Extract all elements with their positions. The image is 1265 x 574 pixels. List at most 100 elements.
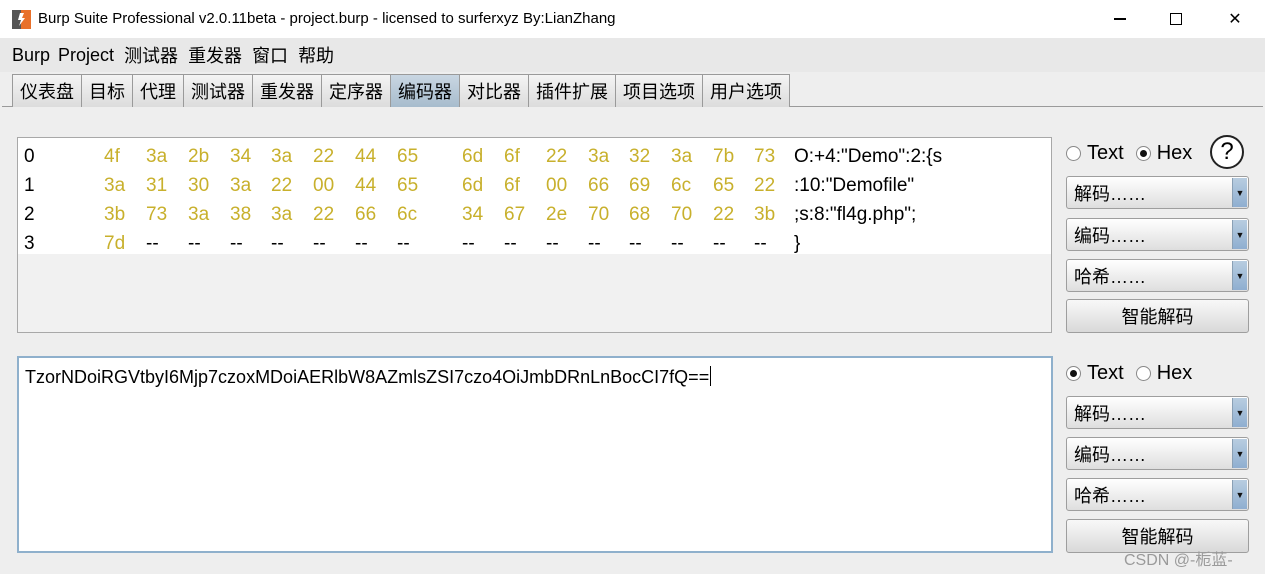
- hex-byte-cell[interactable]: 3b: [754, 204, 775, 226]
- hex-byte-cell[interactable]: 3a: [146, 146, 167, 168]
- maximize-button[interactable]: [1147, 0, 1205, 38]
- hex-byte-cell[interactable]: 6d: [462, 146, 483, 168]
- hex-byte-cell[interactable]: --: [397, 233, 410, 255]
- close-button[interactable]: ✕: [1206, 0, 1264, 38]
- bottom-text-radio[interactable]: Text: [1066, 362, 1124, 385]
- tab-user-options[interactable]: 用户选项: [702, 74, 790, 107]
- hex-row-ascii[interactable]: }: [794, 233, 800, 255]
- bottom-encode-select[interactable]: 编码…… ▼: [1066, 437, 1249, 470]
- hex-byte-cell[interactable]: 68: [629, 204, 650, 226]
- menu-project[interactable]: Project: [58, 45, 114, 66]
- hex-byte-cell[interactable]: --: [504, 233, 517, 255]
- bottom-decode-select[interactable]: 解码…… ▼: [1066, 396, 1249, 429]
- hex-byte-cell[interactable]: 4f: [104, 146, 120, 168]
- hex-byte-cell[interactable]: 67: [504, 204, 525, 226]
- hex-byte-cell[interactable]: 32: [629, 146, 650, 168]
- hex-byte-cell[interactable]: 70: [588, 204, 609, 226]
- menu-window[interactable]: 窗口: [252, 42, 288, 68]
- hex-byte-cell[interactable]: 69: [629, 175, 650, 197]
- hex-byte-cell[interactable]: --: [313, 233, 326, 255]
- hex-byte-cell[interactable]: 34: [230, 146, 251, 168]
- hex-byte-cell[interactable]: 3a: [588, 146, 609, 168]
- top-hash-select[interactable]: 哈希…… ▼: [1066, 259, 1249, 292]
- hex-byte-cell[interactable]: --: [355, 233, 368, 255]
- hex-byte-cell[interactable]: --: [546, 233, 559, 255]
- hex-byte-cell[interactable]: 3a: [271, 146, 292, 168]
- hex-byte-cell[interactable]: 00: [546, 175, 567, 197]
- tab-comparer[interactable]: 对比器: [459, 74, 529, 107]
- tab-target[interactable]: 目标: [81, 74, 133, 107]
- minimize-button[interactable]: [1091, 0, 1149, 38]
- hex-byte-cell[interactable]: 22: [313, 146, 334, 168]
- hex-byte-cell[interactable]: 3a: [271, 204, 292, 226]
- tab-repeater[interactable]: 重发器: [252, 74, 322, 107]
- tab-intruder[interactable]: 测试器: [183, 74, 253, 107]
- help-icon[interactable]: ?: [1210, 135, 1244, 169]
- hex-byte-cell[interactable]: 22: [546, 146, 567, 168]
- hex-byte-cell[interactable]: 6d: [462, 175, 483, 197]
- tab-project-options[interactable]: 项目选项: [615, 74, 703, 107]
- top-smart-decode-button[interactable]: 智能解码: [1066, 299, 1249, 333]
- hex-byte-cell[interactable]: --: [188, 233, 201, 255]
- hex-byte-cell[interactable]: --: [146, 233, 159, 255]
- hex-byte-cell[interactable]: --: [462, 233, 475, 255]
- hex-byte-cell[interactable]: 65: [397, 175, 418, 197]
- hex-byte-cell[interactable]: 70: [671, 204, 692, 226]
- hex-row-ascii[interactable]: :10:"Demofile": [794, 175, 914, 197]
- hex-byte-cell[interactable]: 22: [754, 175, 775, 197]
- hex-byte-cell[interactable]: 3a: [188, 204, 209, 226]
- hex-byte-cell[interactable]: 7b: [713, 146, 734, 168]
- menu-burp[interactable]: Burp: [12, 45, 50, 66]
- hex-byte-cell[interactable]: 44: [355, 146, 376, 168]
- tab-decoder[interactable]: 编码器: [390, 74, 460, 107]
- hex-byte-cell[interactable]: 22: [313, 204, 334, 226]
- hex-byte-cell[interactable]: 22: [713, 204, 734, 226]
- hex-byte-cell[interactable]: 31: [146, 175, 167, 197]
- tab-dashboard[interactable]: 仪表盘: [12, 74, 82, 107]
- hex-byte-cell[interactable]: --: [271, 233, 284, 255]
- hex-byte-cell[interactable]: 66: [355, 204, 376, 226]
- hex-byte-cell[interactable]: --: [629, 233, 642, 255]
- hex-byte-cell[interactable]: 2e: [546, 204, 567, 226]
- hex-byte-cell[interactable]: 6f: [504, 146, 520, 168]
- hex-byte-cell[interactable]: 22: [271, 175, 292, 197]
- hex-byte-cell[interactable]: --: [671, 233, 684, 255]
- top-hex-radio[interactable]: Hex: [1135, 142, 1192, 165]
- hex-row-ascii[interactable]: O:+4:"Demo":2:{s: [794, 146, 942, 168]
- hex-byte-cell[interactable]: 38: [230, 204, 251, 226]
- hex-byte-cell[interactable]: 3a: [230, 175, 251, 197]
- hex-byte-cell[interactable]: 3a: [104, 175, 125, 197]
- hex-byte-cell[interactable]: 7d: [104, 233, 125, 255]
- menu-repeater[interactable]: 重发器: [188, 42, 242, 68]
- hex-byte-cell[interactable]: 6c: [397, 204, 417, 226]
- top-decode-select[interactable]: 解码…… ▼: [1066, 176, 1249, 209]
- hex-byte-cell[interactable]: --: [713, 233, 726, 255]
- bottom-hex-radio[interactable]: Hex: [1135, 362, 1192, 385]
- text-editor-panel[interactable]: TzorNDoiRGVtbyI6Mjp7czoxMDoiAERlbW8AZmls…: [17, 356, 1053, 553]
- hex-byte-cell[interactable]: 00: [313, 175, 334, 197]
- hex-byte-cell[interactable]: --: [230, 233, 243, 255]
- hex-byte-cell[interactable]: 65: [397, 146, 418, 168]
- menu-help[interactable]: 帮助: [298, 42, 334, 68]
- top-encode-select[interactable]: 编码…… ▼: [1066, 218, 1249, 251]
- hex-byte-cell[interactable]: 73: [754, 146, 775, 168]
- hex-byte-cell[interactable]: 34: [462, 204, 483, 226]
- hex-table[interactable]: 0 4f 3a 2b 34 3a 22 44 65 6d 6f 22 3a 32 3a 7b 73 O:+4:"D…: [18, 138, 1051, 254]
- hex-byte-cell[interactable]: --: [754, 233, 767, 255]
- tab-sequencer[interactable]: 定序器: [321, 74, 391, 107]
- hex-byte-cell[interactable]: 3a: [671, 146, 692, 168]
- bottom-hash-select[interactable]: 哈希…… ▼: [1066, 478, 1249, 511]
- hex-byte-cell[interactable]: 30: [188, 175, 209, 197]
- tab-extender[interactable]: 插件扩展: [528, 74, 616, 107]
- hex-byte-cell[interactable]: 65: [713, 175, 734, 197]
- top-text-radio[interactable]: Text: [1066, 142, 1124, 165]
- hex-byte-cell[interactable]: 6f: [504, 175, 520, 197]
- hex-byte-cell[interactable]: 3b: [104, 204, 125, 226]
- hex-editor-panel[interactable]: 0 4f 3a 2b 34 3a 22 44 65 6d 6f 22 3a 32 3a 7b 73 O:+4:"D…: [17, 137, 1052, 333]
- hex-byte-cell[interactable]: 44: [355, 175, 376, 197]
- hex-byte-cell[interactable]: 2b: [188, 146, 209, 168]
- hex-byte-cell[interactable]: --: [588, 233, 601, 255]
- menu-intruder[interactable]: 测试器: [124, 42, 178, 68]
- text-editor-content[interactable]: TzorNDoiRGVtbyI6Mjp7czoxMDoiAERlbW8AZmls…: [25, 366, 712, 388]
- tab-proxy[interactable]: 代理: [132, 74, 184, 107]
